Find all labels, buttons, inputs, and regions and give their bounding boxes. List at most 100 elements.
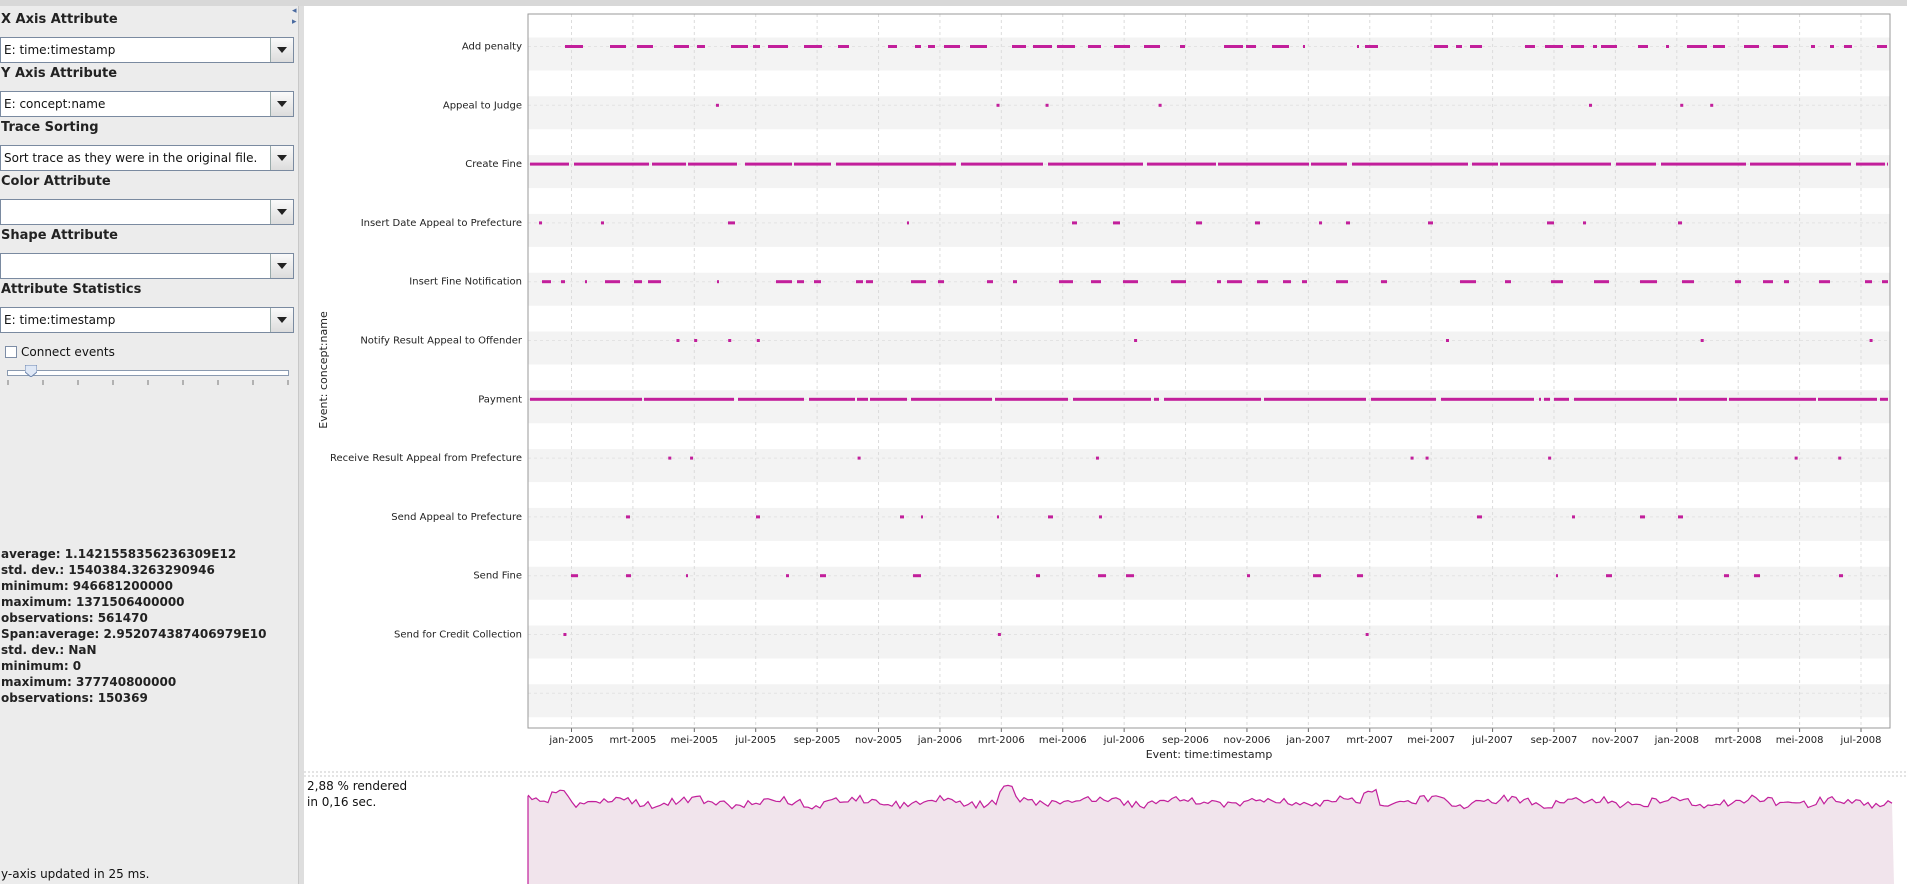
event-run [1144, 45, 1160, 48]
event-marker [690, 456, 694, 460]
x-tick-label: jan-2006 [917, 735, 962, 746]
trace-sorting-dropdown-button[interactable] [270, 146, 293, 170]
event-run [1036, 574, 1040, 578]
x-axis-select[interactable]: E: time:timestamp [0, 37, 294, 63]
trace-sorting-label: Trace Sorting [1, 120, 99, 135]
event-run [1594, 280, 1609, 284]
event-marker [1410, 456, 1414, 460]
x-axis-label: X Axis Attribute [1, 12, 118, 27]
event-run [753, 45, 760, 48]
event-run [648, 280, 661, 284]
event-marker [1045, 103, 1049, 107]
event-run [756, 515, 760, 519]
event-run [1544, 397, 1550, 401]
event-marker [715, 103, 719, 107]
render-percentage: 2,88 % rendered [307, 779, 408, 793]
event-run [717, 280, 719, 284]
event-run [1547, 221, 1554, 225]
event-run [571, 574, 578, 578]
event-run [1311, 162, 1347, 166]
render-info: 2,88 % rendered in 0,16 sec. [307, 778, 407, 810]
event-run [995, 397, 1068, 401]
event-run [1830, 45, 1834, 48]
event-run [605, 280, 620, 284]
chevron-down-icon [277, 101, 287, 107]
attribute-statistics-value: E: time:timestamp [4, 313, 116, 327]
event-run [601, 221, 604, 225]
event-marker [997, 633, 1001, 636]
event-run [1539, 397, 1541, 401]
slider-thumb[interactable] [25, 365, 37, 377]
y-axis-dropdown-button[interactable] [270, 92, 293, 116]
color-attribute-select[interactable] [0, 199, 294, 225]
event-run [1744, 45, 1759, 48]
event-run [794, 162, 831, 166]
row-band [528, 390, 1890, 424]
shape-attribute-label: Shape Attribute [1, 228, 118, 243]
event-run [1099, 515, 1102, 519]
event-run [870, 397, 907, 401]
attribute-statistics-select[interactable]: E: time:timestamp [0, 307, 294, 333]
event-run [1682, 280, 1694, 284]
y-axis-value: E: concept:name [4, 97, 106, 111]
event-run [1763, 280, 1773, 284]
event-run [1456, 45, 1462, 48]
event-run [907, 221, 909, 225]
x-axis-dropdown-button[interactable] [270, 38, 293, 62]
connect-events-checkbox[interactable] [5, 346, 17, 358]
x-tick-label: jan-2005 [548, 735, 593, 746]
event-run [1666, 45, 1669, 48]
event-run [1059, 280, 1073, 284]
event-run [644, 397, 734, 401]
row-band [528, 213, 1890, 247]
row-band [528, 625, 1890, 659]
x-tick-label: mrt-2005 [609, 735, 656, 746]
event-run [1470, 45, 1482, 48]
event-run [1678, 515, 1683, 519]
shape-attribute-dropdown-button[interactable] [270, 254, 293, 278]
attribute-statistics-dropdown-button[interactable] [270, 308, 293, 332]
statistic-line: Span:average: 2.952074387406979E10 [1, 627, 267, 641]
event-run [1171, 280, 1186, 284]
shape-attribute-select[interactable] [0, 253, 294, 279]
connect-events-label[interactable]: Connect events [21, 345, 115, 359]
event-run [731, 45, 748, 48]
x-tick-label: nov-2007 [1592, 735, 1639, 746]
y-axis-select[interactable]: E: concept:name [0, 91, 294, 117]
event-marker [1700, 339, 1704, 342]
event-marker [1680, 103, 1684, 107]
render-time: in 0,16 sec. [307, 795, 377, 809]
x-tick-label: mei-2006 [1039, 735, 1087, 746]
event-run [1687, 45, 1707, 48]
event-run [809, 397, 855, 401]
slider-track[interactable] [7, 370, 289, 376]
event-run [1638, 45, 1648, 48]
y-tick-label: Send Appeal to Prefecture [391, 512, 522, 523]
color-attribute-dropdown-button[interactable] [270, 200, 293, 224]
event-run [1661, 162, 1746, 166]
event-run [626, 515, 630, 519]
event-run [1088, 45, 1101, 48]
event-run [1601, 45, 1617, 48]
row-band [528, 566, 1890, 600]
event-run [1865, 280, 1872, 284]
event-run [1877, 45, 1887, 48]
event-run [768, 45, 788, 48]
trace-sorting-value: Sort trace as they were in the original … [4, 151, 258, 165]
event-run [1313, 574, 1321, 578]
event-run [1255, 221, 1260, 225]
event-series [530, 162, 1888, 166]
x-tick-label: mrt-2007 [1346, 735, 1393, 746]
event-run [1048, 515, 1053, 519]
trace-sorting-select[interactable]: Sort trace as they were in the original … [0, 145, 294, 171]
event-run [1679, 397, 1727, 401]
statistic-line: observations: 150369 [1, 691, 148, 705]
dotted-chart[interactable]: jan-2005 mrt-2005 mei-2005 jul-2005 sep-2005… [304, 6, 1907, 884]
dotted-chart-area[interactable]: jan-2005 mrt-2005 mei-2005 jul-2005 sep-2005… [304, 6, 1907, 884]
event-marker [563, 633, 567, 636]
event-run [1352, 162, 1468, 166]
statistics-list: average: 1.1421558356236309E12 std. dev.:… [1, 546, 267, 706]
event-run [820, 574, 826, 578]
row-band [528, 37, 1890, 71]
x-tick-label: nov-2005 [855, 735, 902, 746]
